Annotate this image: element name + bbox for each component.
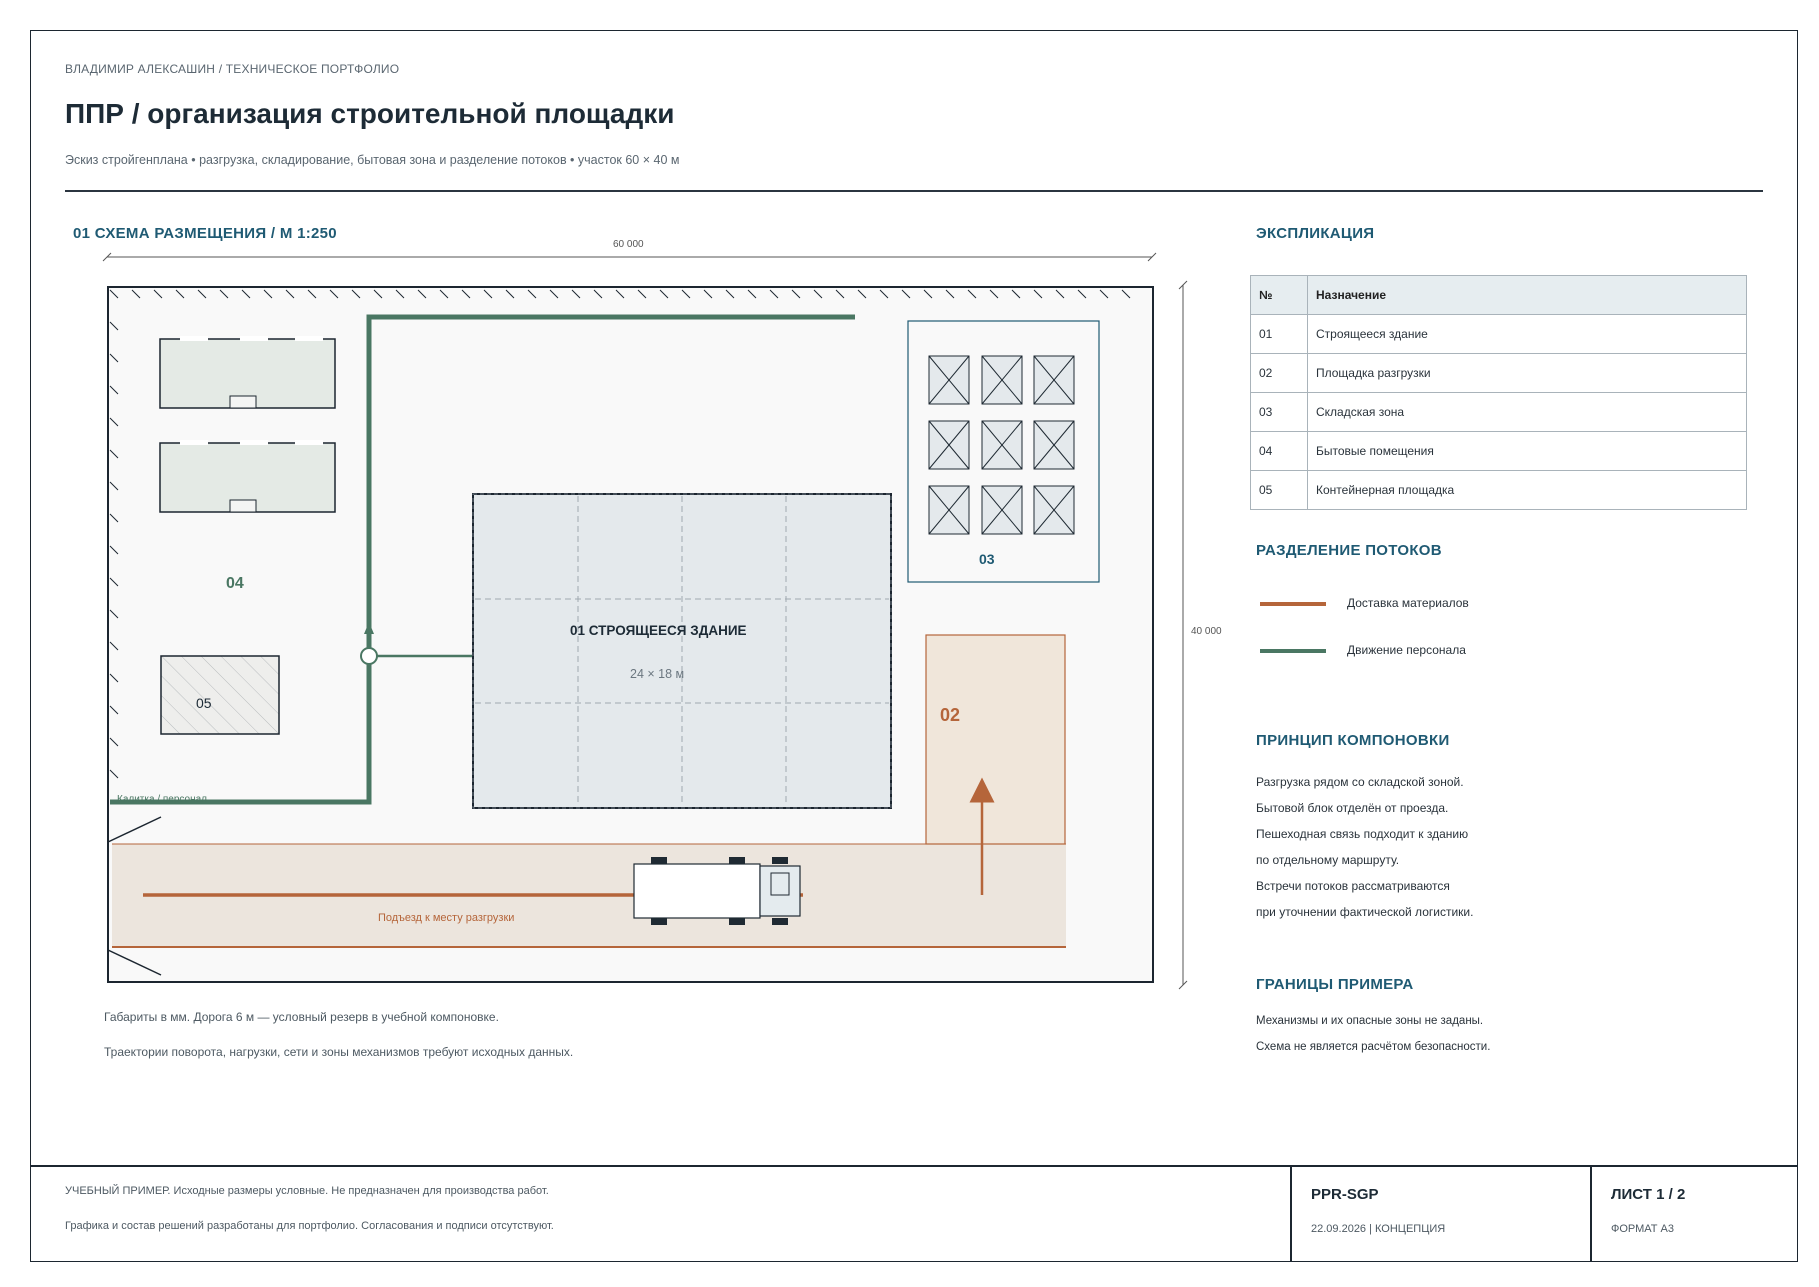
personnel-legend-label: Движение персонала	[1347, 643, 1466, 657]
plan-section-title: 01 СХЕМА РАЗМЕЩЕНИЯ / М 1:250	[73, 225, 337, 242]
principle-line: Встречи потоков рассматриваются	[1256, 879, 1450, 893]
row-name: Площадка разгрузки	[1307, 353, 1747, 393]
table-row: 05 Контейнерная площадка	[1250, 470, 1747, 510]
limits-line: Механизмы и их опасные зоны не заданы.	[1256, 1015, 1484, 1027]
zone-04-label: 04	[226, 575, 244, 592]
materials-legend-label: Доставка материалов	[1347, 596, 1469, 610]
drawing-sheet-frame	[30, 30, 1798, 1262]
row-num: 05	[1250, 470, 1308, 510]
page-title: ППР / организация строительной площадки	[65, 98, 675, 129]
footer-note-1: УЧЕБНЫЙ ПРИМЕР. Исходные размеры условны…	[65, 1185, 549, 1197]
road-label: Подъезд к месту разгрузки	[378, 912, 515, 924]
row-num: 01	[1250, 314, 1308, 354]
principle-line: Пешеходная связь подходит к зданию	[1256, 827, 1469, 841]
limits-title: ГРАНИЦЫ ПРИМЕРА	[1256, 976, 1414, 993]
date-stage: 22.09.2026 | КОНЦЕПЦИЯ	[1311, 1223, 1446, 1235]
row-num: 04	[1250, 431, 1308, 471]
plan-note-2: Траектории поворота, нагрузки, сети и зо…	[104, 1045, 574, 1059]
row-name: Бытовые помещения	[1307, 431, 1747, 471]
explication-title: ЭКСПЛИКАЦИЯ	[1256, 225, 1375, 242]
footer-note-2: Графика и состав решений разработаны для…	[65, 1220, 554, 1232]
table-row: 01 Строящееся здание	[1250, 314, 1747, 354]
plan-note-1: Габариты в мм. Дорога 6 м — условный рез…	[104, 1010, 499, 1024]
col-num-header: №	[1250, 275, 1308, 315]
drawing-code: PPR-SGP	[1311, 1186, 1379, 1203]
author-line: ВЛАДИМИР АЛЕКСАШИН / ТЕХНИЧЕСКОЕ ПОРТФОЛ…	[65, 62, 400, 76]
table-header-row: № Назначение	[1250, 275, 1747, 315]
row-num: 02	[1250, 353, 1308, 393]
row-name: Контейнерная площадка	[1307, 470, 1747, 510]
gate-label: Калитка / персонал	[117, 794, 208, 805]
principle-line: Разгрузка рядом со складской зоной.	[1256, 775, 1464, 789]
row-name: Строящееся здание	[1307, 314, 1747, 354]
width-dimension-label: 60 000	[613, 239, 644, 250]
principle-title: ПРИНЦИП КОМПОНОВКИ	[1256, 732, 1450, 749]
table-row: 02 Площадка разгрузки	[1250, 353, 1747, 393]
principle-line: по отдельному маршруту.	[1256, 853, 1400, 867]
header-divider	[65, 190, 1763, 192]
col-name-header: Назначение	[1307, 275, 1747, 315]
sheet-number: ЛИСТ 1 / 2	[1611, 1186, 1686, 1203]
building-label: 01 СТРОЯЩЕЕСЯ ЗДАНИЕ	[570, 623, 747, 638]
sheet-format: ФОРМАТ А3	[1611, 1223, 1675, 1235]
personnel-legend-swatch	[1260, 649, 1326, 653]
table-row: 04 Бытовые помещения	[1250, 431, 1747, 471]
title-block-divider	[30, 1165, 1798, 1167]
row-num: 03	[1250, 392, 1308, 432]
building-size-label: 24 × 18 м	[630, 667, 685, 681]
flows-title: РАЗДЕЛЕНИЕ ПОТОКОВ	[1256, 542, 1442, 559]
page-subtitle: Эскиз стройгенплана • разгрузка, складир…	[65, 153, 680, 167]
title-block-separator	[1590, 1165, 1592, 1262]
limits-line: Схема не является расчётом безопасности.	[1256, 1041, 1491, 1053]
zone-02-label: 02	[940, 705, 961, 725]
height-dimension-label: 40 000	[1191, 626, 1222, 637]
table-row: 03 Складская зона	[1250, 392, 1747, 432]
title-block-separator	[1290, 1165, 1292, 1262]
zone-03-label: 03	[979, 551, 995, 567]
principle-line: при уточнении фактической логистики.	[1256, 905, 1474, 919]
row-name: Складская зона	[1307, 392, 1747, 432]
explication-table: № Назначение 01 Строящееся здание 02 Пло…	[1250, 275, 1747, 510]
zone-05-label: 05	[196, 695, 212, 711]
principle-line: Бытовой блок отделён от проезда.	[1256, 801, 1449, 815]
materials-legend-swatch	[1260, 602, 1326, 606]
